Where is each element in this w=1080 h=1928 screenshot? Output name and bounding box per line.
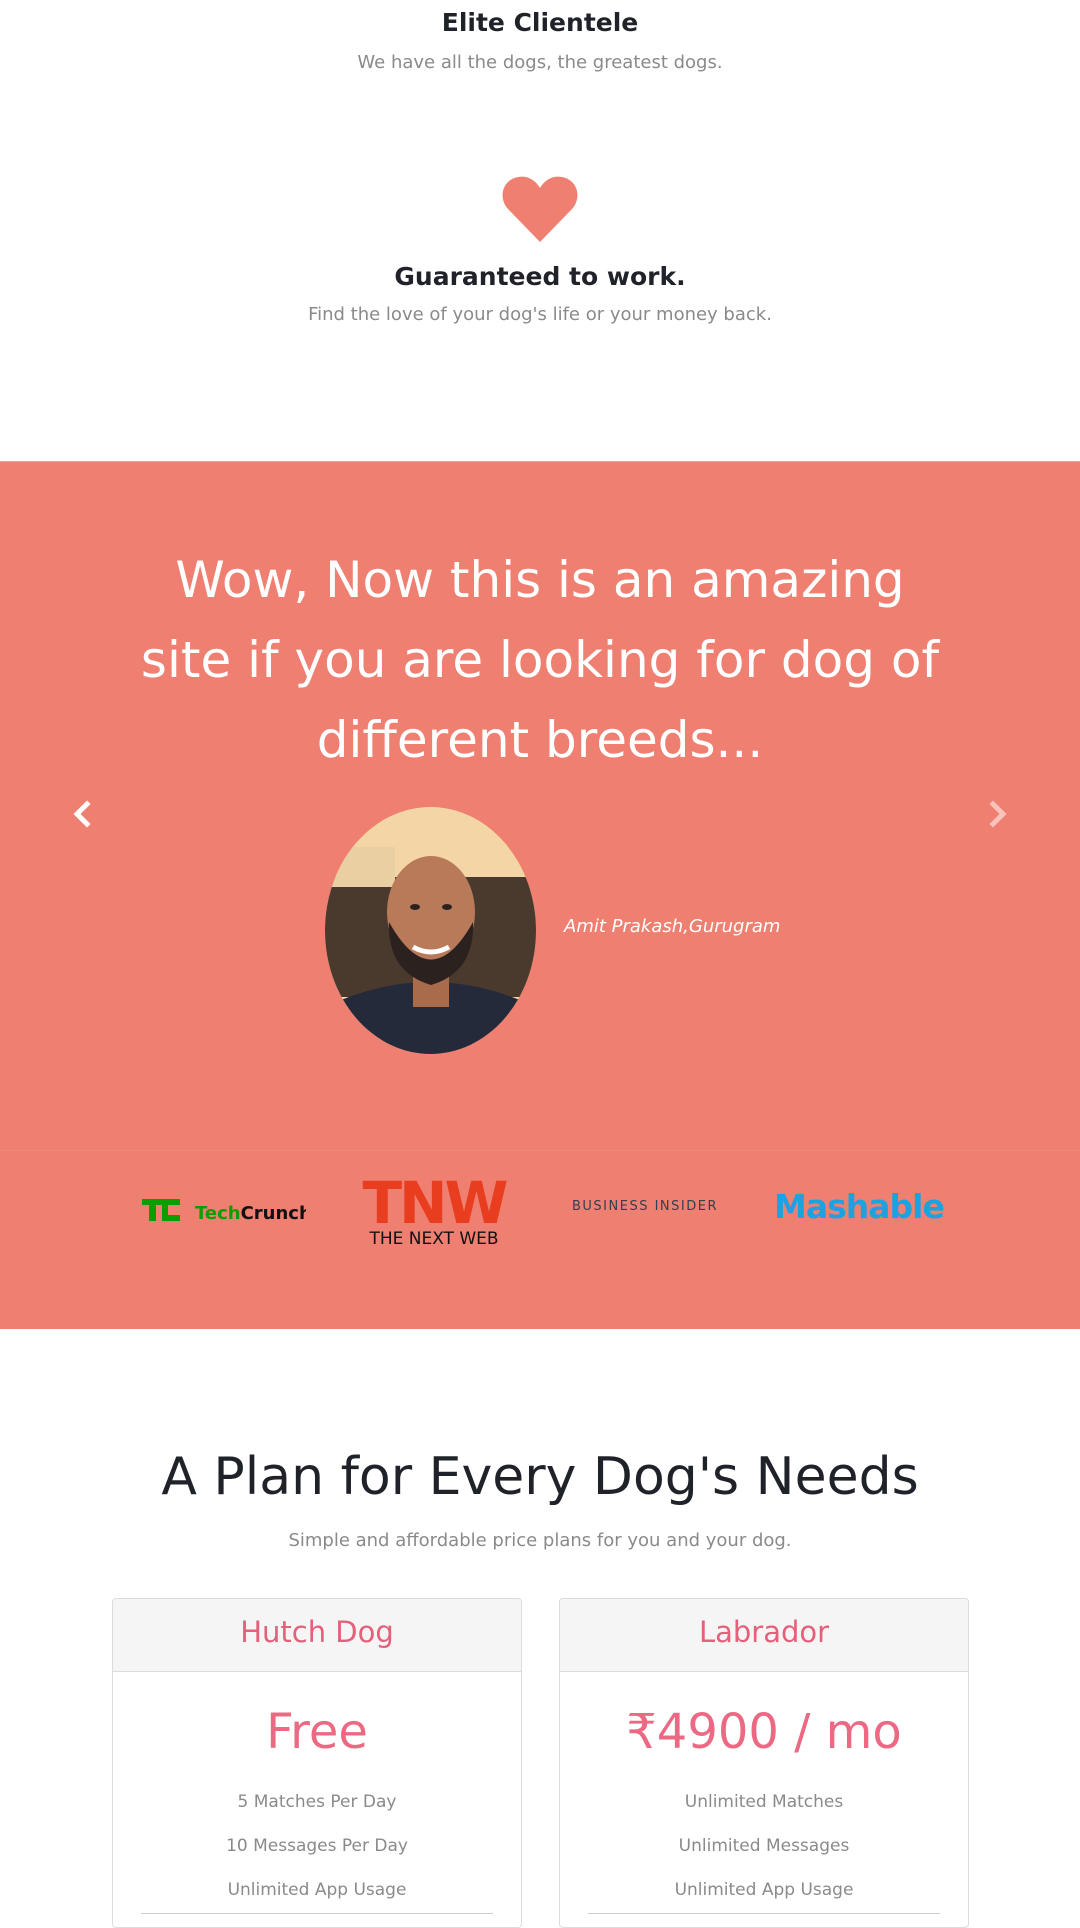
plan-name: Labrador [560, 1599, 968, 1672]
pricing-subtitle: Simple and affordable price plans for yo… [288, 1530, 792, 1551]
plan-feature: Unlimited App Usage [674, 1880, 854, 1900]
pricing-title: A Plan for Every Dog's Needs [161, 1447, 919, 1507]
feature-subtitle-elite-clientele: We have all the dogs, the greatest dogs. [357, 52, 723, 73]
feature-title-guaranteed: Guaranteed to work. [394, 262, 686, 291]
pricing-section: A Plan for Every Dog's Needs Simple and … [0, 1329, 1080, 1928]
chevron-right-icon[interactable] [978, 794, 1018, 834]
tnw-logo: TNW THE NEXT WEB [362, 1171, 510, 1249]
plan-price: ₹4900 / mo [626, 1704, 902, 1760]
testimonial-author: Amit Prakash,Gurugram [564, 916, 781, 937]
testimonial-quote: Wow, Now this is an amazing site if you … [140, 551, 940, 769]
avatar [325, 807, 536, 1054]
plan-features: Unlimited Matches Unlimited Messages Unl… [560, 1780, 968, 1912]
feature-subtitle-guaranteed: Find the love of your dog's life or your… [308, 304, 772, 325]
mashable-logo: Mashable [774, 1187, 945, 1226]
testimonials-carousel: Wow, Now this is an amazing site if you … [0, 461, 1080, 1150]
plan-feature: Unlimited Matches [684, 1792, 844, 1812]
chevron-left-icon[interactable] [62, 794, 102, 834]
plan-feature: Unlimited Messages [678, 1836, 850, 1856]
features-section: Elite Clientele We have all the dogs, th… [0, 0, 1080, 461]
plan-name: Hutch Dog [113, 1599, 521, 1672]
plan-price: Free [266, 1704, 368, 1760]
tnw-wordmark: THE NEXT WEB [368, 1229, 498, 1249]
techcrunch-logo: TechCrunch [142, 1199, 306, 1224]
plan-feature: 5 Matches Per Day [237, 1792, 397, 1812]
business-insider-logo: BUSINESS INSIDER [572, 1199, 718, 1214]
feature-title-elite-clientele: Elite Clientele [441, 8, 639, 37]
plan-divider [588, 1913, 940, 1914]
plan-feature: 10 Messages Per Day [226, 1836, 408, 1856]
plan-feature: Unlimited App Usage [227, 1880, 407, 1900]
svg-text:TNW: TNW [362, 1171, 507, 1237]
plan-features: 5 Matches Per Day 10 Messages Per Day Un… [113, 1780, 521, 1912]
plan-card-labrador: Labrador ₹4900 / mo Unlimited Matches Un… [559, 1598, 969, 1928]
plan-divider [141, 1913, 493, 1914]
press-logos: TechCrunch TNW THE NEXT WEB BUSINESS INS… [0, 1150, 1080, 1329]
heart-icon [502, 176, 578, 242]
svg-text:TechCrunch: TechCrunch [195, 1203, 306, 1224]
plan-card-hutch-dog: Hutch Dog Free 5 Matches Per Day 10 Mess… [112, 1598, 522, 1928]
